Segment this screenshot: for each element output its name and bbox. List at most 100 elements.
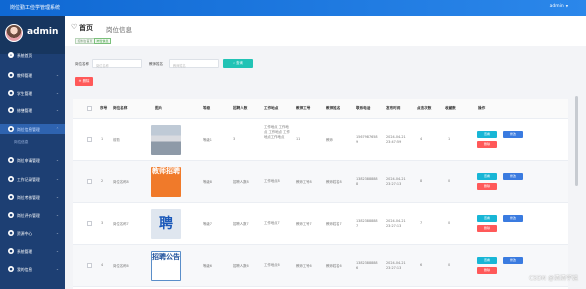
image-caption: 聘 <box>159 216 173 232</box>
settings-icon: ● <box>8 248 14 254</box>
edit-button-label: 修改 <box>509 258 516 262</box>
sidebar-item-4[interactable]: ● 岗位信息管理 ⌃ <box>0 124 65 134</box>
view-button[interactable]: 查看 <box>477 131 497 138</box>
sidebar-item-8[interactable]: ● 岗位评价管理 ⌄ <box>0 210 65 220</box>
teacher-name-input[interactable]: 教师姓名 <box>169 59 219 68</box>
cell-favorites: 0 <box>448 221 451 225</box>
zhaopin-gonggao-poster: 招聘公告 <box>151 251 181 281</box>
sidebar-item-label: 学生管理 <box>17 90 33 96</box>
scrollbar-thumb[interactable] <box>575 96 578 186</box>
sidebar-item-5[interactable]: ● 岗位申请管理 ⌄ <box>0 155 65 165</box>
col-location: 工作地点 <box>264 106 279 110</box>
view-button[interactable]: 查看 <box>477 215 497 222</box>
cell-phone: 15679876589 <box>356 135 378 144</box>
bulk-delete-button[interactable]: ⊖ 删除 <box>75 77 93 86</box>
view-button-label: 查看 <box>483 216 490 220</box>
row-checkbox[interactable] <box>87 137 92 142</box>
cell-phone: 13823888886 <box>356 261 378 270</box>
sidebar-item-2[interactable]: ● 学生管理 ⌄ <box>0 88 65 98</box>
resource-icon: ● <box>8 230 14 236</box>
sidebar-item-label: 教师管理 <box>17 72 33 78</box>
page-title: 岗位信息 <box>106 25 132 34</box>
col-phone: 联系电话 <box>356 106 371 110</box>
breadcrumb-home[interactable]: 控制台首页 <box>75 38 96 44</box>
edit-button[interactable]: 修改 <box>503 131 523 138</box>
delete-button[interactable]: 删除 <box>477 141 497 148</box>
sidebar-item-3[interactable]: ● 修缮管理 ⌄ <box>0 105 65 115</box>
edit-button-label: 修改 <box>509 174 516 178</box>
cell-teacher-name: 教师姓名8 <box>326 180 342 184</box>
col-image: 图片 <box>155 106 163 110</box>
chevron-icon: ⌄ <box>56 72 59 77</box>
chevron-icon: ⌄ <box>56 157 59 162</box>
sidebar-item-7[interactable]: ● 岗位考核管理 ⌄ <box>0 192 65 202</box>
edit-button[interactable]: 修改 <box>503 257 523 264</box>
cell-teacher-name: 教师姓名7 <box>326 222 342 226</box>
cell-teacher-id: 教师工号6 <box>296 264 312 268</box>
chevron-icon: ⌄ <box>56 90 59 95</box>
col-time: 发布时间 <box>386 106 401 110</box>
assess-icon: ● <box>8 194 14 200</box>
sidebar-subitem-job-info[interactable]: 岗位信息 <box>0 137 65 146</box>
cell-level: 等级6 <box>203 264 212 268</box>
cell-index: 1 <box>101 137 104 141</box>
cell-favorites: 1 <box>448 137 451 141</box>
job-name-input[interactable]: 岗位名称 <box>92 59 142 68</box>
view-button[interactable]: 查看 <box>477 173 497 180</box>
home-title[interactable]: 首页 <box>79 23 93 33</box>
image-caption: 教师招聘 <box>152 167 180 175</box>
app-title: 岗位勤工俭学管理系统 <box>10 5 61 11</box>
sidebar: admin ⌂ 系统首页 ● 教师管理 ⌄ ● 学生管理 ⌄ ● 修缮管理 ⌄ ● 岗位信息管理 ⌃ ● 岗位… <box>0 16 65 289</box>
cell-clicks: 8 <box>420 179 423 183</box>
search-button[interactable]: ⌕ 查询 <box>223 59 253 68</box>
sidebar-item-10[interactable]: ● 系统管理 ⌄ <box>0 246 65 256</box>
col-name: 岗位名称 <box>113 106 128 110</box>
view-button-label: 查看 <box>483 258 490 262</box>
cell-phone: 13823888887 <box>356 219 378 228</box>
cell-teacher-name: 教师姓名6 <box>326 264 342 268</box>
cell-name: 岗位名称8 <box>113 180 129 184</box>
delete-button[interactable]: 删除 <box>477 183 497 190</box>
name-label: 岗位名称 <box>75 62 89 66</box>
sidebar-item-9[interactable]: ● 资源中心 ⌄ <box>0 228 65 238</box>
cell-location: 工作地点6 <box>264 263 280 267</box>
delete-button[interactable]: 删除 <box>477 267 497 274</box>
teacher-label: 教师姓名 <box>149 62 163 66</box>
avatar[interactable] <box>5 24 23 42</box>
cell-index: 4 <box>101 263 104 267</box>
sidebar-item-1[interactable]: ● 教师管理 ⌄ <box>0 70 65 80</box>
sidebar-item-11[interactable]: ● 我的信息 ⌄ <box>0 264 65 274</box>
edit-button[interactable]: 修改 <box>503 215 523 222</box>
row-checkbox[interactable] <box>87 179 92 184</box>
cell-name: 前勤 <box>113 138 120 142</box>
col-favorites: 收藏数 <box>445 106 456 110</box>
edit-button[interactable]: 修改 <box>503 173 523 180</box>
sidebar-item-label: 系统首页 <box>17 52 33 58</box>
view-button[interactable]: 查看 <box>477 257 497 264</box>
chevron-icon: ⌄ <box>56 176 59 181</box>
cell-name: 岗位名称6 <box>113 264 129 268</box>
teacher-name-placeholder: 教师姓名 <box>173 63 186 68</box>
chevron-down-icon: ▼ <box>565 4 568 8</box>
record-icon: ● <box>8 176 14 182</box>
delete-button-label: 删除 <box>483 142 490 146</box>
chevron-icon: ⌃ <box>56 126 59 131</box>
select-all-checkbox[interactable] <box>87 106 92 111</box>
row-checkbox[interactable] <box>87 263 92 268</box>
cell-location: 工作地点8 <box>264 179 280 183</box>
view-button-label: 查看 <box>483 132 490 136</box>
chevron-icon: ⌄ <box>56 248 59 253</box>
search-bar: 岗位名称 岗位名称 教师姓名 教师姓名 ⌕ 查询 <box>65 52 586 72</box>
sidebar-item-label: 岗位考核管理 <box>17 194 40 200</box>
cell-time: 2024-04-21 23:27:13 <box>386 177 406 186</box>
breadcrumb-current[interactable]: 岗位信息 <box>94 38 112 44</box>
sidebar-item-0[interactable]: ⌂ 系统首页 <box>0 50 65 60</box>
sidebar-subitem-label: 岗位信息 <box>14 139 29 144</box>
row-checkbox[interactable] <box>87 221 92 226</box>
delete-button-label: 删除 <box>483 268 490 272</box>
user-menu[interactable]: admin ▼ <box>550 4 568 9</box>
sidebar-item-6[interactable]: ● 工作记录管理 ⌄ <box>0 174 65 184</box>
delete-button[interactable]: 删除 <box>477 225 497 232</box>
sidebar-profile: admin <box>0 16 65 54</box>
page-scrollbar[interactable] <box>575 16 578 289</box>
